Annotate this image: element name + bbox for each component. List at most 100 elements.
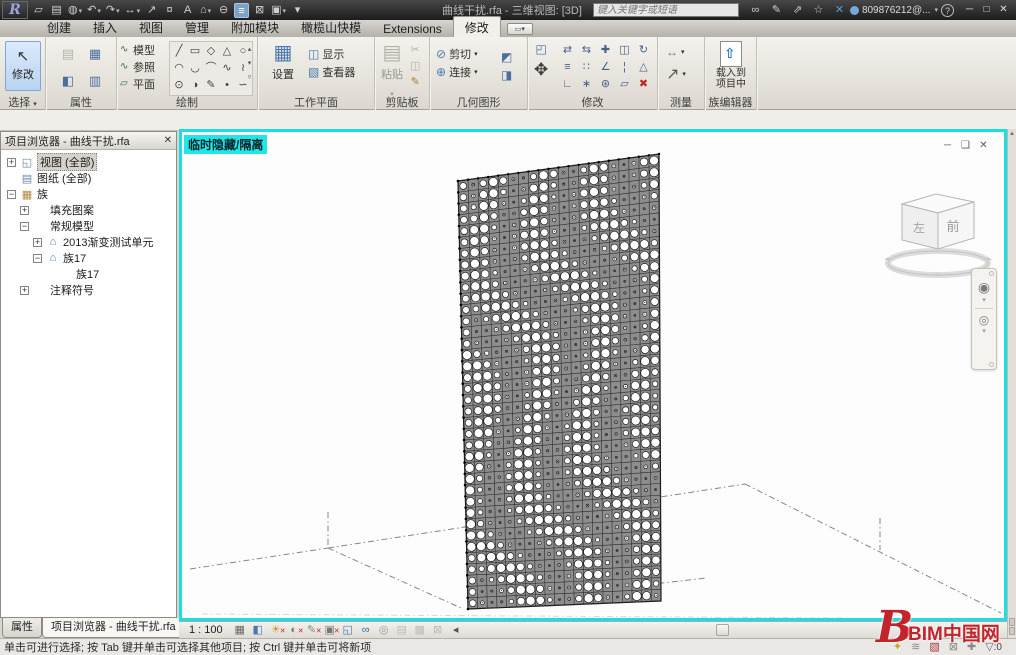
redo-icon[interactable]: ↷▾ (105, 3, 121, 18)
ellipse-icon[interactable]: ⊙ (171, 77, 187, 94)
editable-only-icon[interactable]: ≋ (911, 640, 920, 653)
shadows-icon[interactable]: ◐✕ (287, 623, 301, 637)
panel-label-select[interactable]: 选择 ▾ (0, 97, 45, 110)
rotate-icon[interactable]: ↻ (634, 42, 653, 59)
rendering-dialog-icon[interactable]: ✎✕ (305, 623, 319, 637)
draw-mode-模型[interactable]: ∿模型 (120, 41, 166, 58)
section-icon[interactable]: ⊖ (216, 3, 231, 18)
tab-附加模块[interactable]: 附加模块 (220, 17, 290, 37)
reveal-hidden-elements-icon[interactable]: ◎ (377, 623, 391, 637)
open-icon[interactable]: ▱ (31, 3, 46, 18)
array-icon[interactable]: ∷ (577, 59, 596, 76)
minimize-icon[interactable]: ─ (961, 3, 978, 17)
text-icon[interactable]: A (180, 3, 195, 18)
split-icon[interactable]: ¦ (615, 59, 634, 76)
measure-icon[interactable]: ↔▾ (124, 3, 142, 18)
project-browser-close-icon[interactable]: ✕ (164, 135, 172, 146)
sync-with-central-icon[interactable]: ◍▾ (67, 3, 83, 18)
family-category-icon[interactable]: ▥ (83, 69, 107, 93)
move-icon[interactable]: ✚ (596, 42, 615, 59)
steering-wheel-icon[interactable]: ◉ (972, 279, 996, 296)
sun-path-icon[interactable]: ☀✕ (269, 623, 283, 637)
tree-item-视图 (全部)[interactable]: +◱视图 (全部) (1, 154, 176, 170)
tag-by-category-icon[interactable]: ¤ (162, 3, 177, 18)
start-end-radius-arc-icon[interactable]: ◠ (171, 60, 187, 77)
tree-item-2013渐变测试单元[interactable]: +⌂2013渐变测试单元 (1, 234, 176, 250)
reveal-constraints-icon[interactable]: ⊠ (431, 623, 445, 637)
favorites-icon[interactable]: ☆ (811, 3, 826, 18)
draw-mode-平面[interactable]: ▱平面 (120, 75, 166, 92)
tab-创建[interactable]: 创建 (36, 17, 82, 37)
tree-item-填充图案[interactable]: +填充图案 (1, 202, 176, 218)
press-drag-icon[interactable]: ✚ (967, 640, 976, 653)
trim-extend-icon[interactable]: ∠ (596, 59, 615, 76)
temporary-view-properties-icon[interactable]: ▤ (395, 623, 409, 637)
draw-gallery-scroll[interactable]: ▴▾▿ (245, 43, 254, 85)
viewcube[interactable]: 前左 (884, 194, 992, 276)
crop-view-icon[interactable]: ▣✕ (323, 623, 337, 637)
strip-button-2[interactable] (1009, 627, 1015, 635)
center-ends-arc-icon[interactable]: ◡ (187, 60, 203, 77)
steering-wheel-caret-icon[interactable]: ▾ (972, 296, 996, 304)
bottom-tab-project-browser[interactable]: 项目浏览器 - 曲线干扰.rfa (42, 618, 185, 638)
align-corner-icon[interactable]: ◰ (533, 41, 549, 57)
show-workplane-button[interactable]: ◫ 显示 (308, 45, 355, 63)
match-type-properties-icon[interactable]: ✎ (409, 74, 421, 90)
switch-windows-icon[interactable]: ▣▾ (270, 3, 287, 18)
3d-view-canvas[interactable]: 前左 (182, 132, 1004, 618)
pick-lines-icon[interactable]: ✎ (203, 77, 219, 94)
tree-expander-icon[interactable]: + (7, 158, 16, 167)
move-cross-icon[interactable]: ✥ (533, 57, 549, 83)
copy-icon[interactable]: ◫ (615, 42, 634, 59)
tab-Extensions[interactable]: Extensions (372, 20, 453, 37)
tree-item-族[interactable]: −▦族 (1, 186, 176, 202)
paste-button[interactable]: ▤ 粘贴 ▾ (378, 41, 406, 101)
draw-mode-参照[interactable]: ∿参照 (120, 58, 166, 75)
paint-icon[interactable]: ◨ (500, 63, 513, 81)
inscribed-polygon-icon[interactable]: ◇ (203, 43, 219, 60)
tree-expander-icon[interactable]: − (7, 190, 16, 199)
align-icon[interactable]: ∟ (558, 76, 577, 93)
point-element-icon[interactable]: • (219, 77, 235, 94)
measure-along-element-button[interactable]: ↗ ▾ (666, 61, 686, 87)
fillet-arc-icon[interactable]: ∿ (219, 60, 235, 77)
tangent-arc-icon[interactable]: ⌒ (203, 60, 219, 77)
strip-button-1[interactable] (1009, 618, 1015, 626)
circumscribed-polygon-icon[interactable]: △ (219, 43, 235, 60)
set-workplane-button[interactable]: ▦ 设置 (266, 41, 300, 83)
copy-icon[interactable]: ◫ (409, 58, 421, 74)
infocenter-search-input[interactable] (593, 3, 739, 17)
hide-analytical-model-icon[interactable]: ▩ (413, 623, 427, 637)
load-into-project-button[interactable]: ⇧ 载入到 项目中 (709, 37, 753, 90)
tree-expander-icon[interactable]: + (20, 206, 29, 215)
worksets-icon[interactable]: ✦ (893, 640, 902, 653)
tree-expander-icon[interactable]: + (33, 238, 42, 247)
partial-ellipse-icon[interactable]: ◑ (187, 77, 203, 94)
visual-style-icon[interactable]: ◧ (251, 623, 265, 637)
save-icon[interactable]: ▤ (49, 3, 64, 18)
tree-item-族17[interactable]: 族17 (1, 266, 176, 282)
tab-options-button[interactable]: ▭▾ (507, 23, 533, 35)
exchange-apps-icon[interactable]: ✕ (832, 3, 847, 18)
workplane-viewer-button[interactable]: ▧ 查看器 (308, 63, 355, 81)
zoom-tool-icon[interactable]: ◎ (972, 313, 996, 327)
scale-button[interactable]: 1 : 100 (189, 624, 223, 636)
delete-icon[interactable]: ✖ (634, 76, 653, 93)
design-options-icon[interactable]: ▧ (929, 640, 939, 653)
bottom-tab-properties[interactable]: 属性 (2, 618, 42, 638)
cut-icon[interactable]: ✂ (409, 42, 421, 58)
temporary-hide-isolate-icon[interactable]: ∞ (359, 623, 373, 637)
infocenter-search-icon[interactable]: ∞ (748, 3, 763, 18)
cut-geometry-button[interactable]: ⊘ 剪切▾ (436, 45, 478, 63)
default-3d-view-icon[interactable]: ⌂▾ (198, 3, 213, 18)
unpin-icon[interactable]: ⊛ (596, 76, 615, 93)
tree-expander-icon[interactable]: + (20, 286, 29, 295)
close-icon[interactable]: ✕ (995, 3, 1012, 17)
view-minimize-icon[interactable]: ─ (940, 140, 955, 152)
detail-level-icon[interactable]: ▦ (233, 623, 247, 637)
zoom-tool-caret-icon[interactable]: ▾ (972, 327, 996, 335)
tree-item-常规模型[interactable]: −常规模型 (1, 218, 176, 234)
viewbar-scroll-left-icon[interactable]: ◂ (449, 623, 463, 637)
tab-修改[interactable]: 修改 (453, 16, 501, 37)
family-types-icon[interactable]: ▦ (83, 42, 107, 66)
